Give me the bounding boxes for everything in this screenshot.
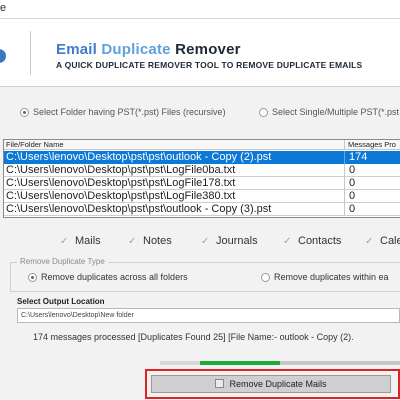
- app-logo-icon: [0, 49, 6, 63]
- app-title: Email Duplicate Remover: [56, 41, 241, 58]
- message-count-cell: 0: [349, 203, 356, 215]
- checkbox-journals-label: Journals: [216, 235, 258, 247]
- remove-icon: [215, 379, 225, 388]
- radio-within-folder[interactable]: [261, 273, 270, 282]
- remove-duplicate-type-title: Remove Duplicate Type: [17, 257, 108, 266]
- progress-bar: [160, 361, 400, 365]
- remove-duplicate-mails-label: Remove Duplicate Mails: [229, 379, 327, 389]
- source-selector: Select Folder having PST(*.pst) Files (r…: [0, 107, 400, 121]
- column-header-file-folder[interactable]: File/Folder Name: [4, 140, 345, 150]
- radio-within-folder-label[interactable]: Remove duplicates within ea: [274, 272, 389, 282]
- file-path-cell: C:\Users\lenovo\Desktop\pst\pst\outlook …: [4, 151, 345, 164]
- app-header: Email Duplicate Remover A QUICK DUPLICAT…: [0, 19, 400, 87]
- checkbox-contacts-label: Contacts: [298, 235, 342, 247]
- checkbox-notes[interactable]: ✓ Notes: [128, 235, 172, 247]
- radio-select-folder-label[interactable]: Select Folder having PST(*.pst) Files (r…: [33, 107, 226, 117]
- app-subtitle: A QUICK DUPLICATE REMOVER TOOL TO REMOVE…: [56, 60, 363, 70]
- item-type-filters: ✓ Mails ✓ Notes ✓ Journals ✓ Contacts ✓ Cale: [0, 235, 400, 249]
- radio-select-files[interactable]: [259, 108, 268, 117]
- column-header-messages[interactable]: Messages Pro: [345, 140, 400, 150]
- checkmark-icon: ✓: [365, 236, 374, 247]
- message-count-cell: 0: [349, 177, 356, 189]
- checkbox-calendar-label: Cale: [380, 235, 400, 247]
- message-count-cell: 0: [349, 190, 356, 202]
- title-bar: e: [0, 0, 400, 19]
- checkbox-mails-label: Mails: [75, 235, 101, 247]
- file-path-cell: C:\Users\lenovo\Desktop\pst\pst\LogFile3…: [4, 190, 345, 203]
- file-path-cell: C:\Users\lenovo\Desktop\pst\pst\LogFile1…: [4, 177, 345, 190]
- checkbox-journals[interactable]: ✓ Journals: [201, 235, 258, 247]
- checkbox-calendar[interactable]: ✓ Cale: [365, 235, 400, 247]
- remove-duplicate-mails-button[interactable]: Remove Duplicate Mails: [151, 375, 391, 393]
- file-table[interactable]: File/Folder Name Messages Pro C:\Users\l…: [3, 139, 400, 218]
- app-title-part1: Email: [56, 41, 102, 58]
- checkbox-notes-label: Notes: [143, 235, 172, 247]
- radio-across-folders[interactable]: [28, 273, 37, 282]
- checkmark-icon: ✓: [283, 236, 292, 247]
- checkbox-mails[interactable]: ✓ Mails: [60, 235, 101, 247]
- radio-across-folders-label[interactable]: Remove duplicates across all folders: [41, 272, 188, 282]
- app-title-part3: Remover: [175, 41, 241, 58]
- message-count-cell: 174: [349, 151, 368, 163]
- checkbox-contacts[interactable]: ✓ Contacts: [283, 235, 341, 247]
- checkmark-icon: ✓: [128, 236, 137, 247]
- table-row[interactable]: C:\Users\lenovo\Desktop\pst\pst\LogFile1…: [4, 177, 400, 190]
- file-path-cell: C:\Users\lenovo\Desktop\pst\pst\LogFile0…: [4, 164, 345, 177]
- header-divider: [30, 31, 31, 75]
- progress-bar-fill: [200, 361, 280, 365]
- remove-duplicate-type-options: Remove duplicates across all folders Rem…: [0, 272, 400, 284]
- file-path-cell: C:\Users\lenovo\Desktop\pst\pst\outlook …: [4, 203, 345, 216]
- progress-bar-remaining: [280, 361, 400, 365]
- message-count-cell: 0: [349, 164, 356, 176]
- table-row[interactable]: C:\Users\lenovo\Desktop\pst\pst\outlook …: [4, 203, 400, 216]
- radio-select-folder[interactable]: [20, 108, 29, 117]
- output-location-field[interactable]: C:\Users\lenovo\Desktop\New folder: [17, 308, 400, 323]
- checkmark-icon: ✓: [201, 236, 210, 247]
- window-title: e: [0, 2, 7, 14]
- table-row[interactable]: C:\Users\lenovo\Desktop\pst\pst\LogFile0…: [4, 164, 400, 177]
- app-title-part2: Duplicate: [101, 41, 176, 58]
- table-row[interactable]: C:\Users\lenovo\Desktop\pst\pst\LogFile3…: [4, 190, 400, 203]
- table-row[interactable]: C:\Users\lenovo\Desktop\pst\pst\outlook …: [4, 151, 400, 164]
- checkmark-icon: ✓: [60, 236, 69, 247]
- output-location-label: Select Output Location: [17, 297, 105, 306]
- radio-select-files-label[interactable]: Select Single/Multiple PST(*.pst: [272, 107, 399, 117]
- status-text: 174 messages processed [Duplicates Found…: [33, 332, 354, 342]
